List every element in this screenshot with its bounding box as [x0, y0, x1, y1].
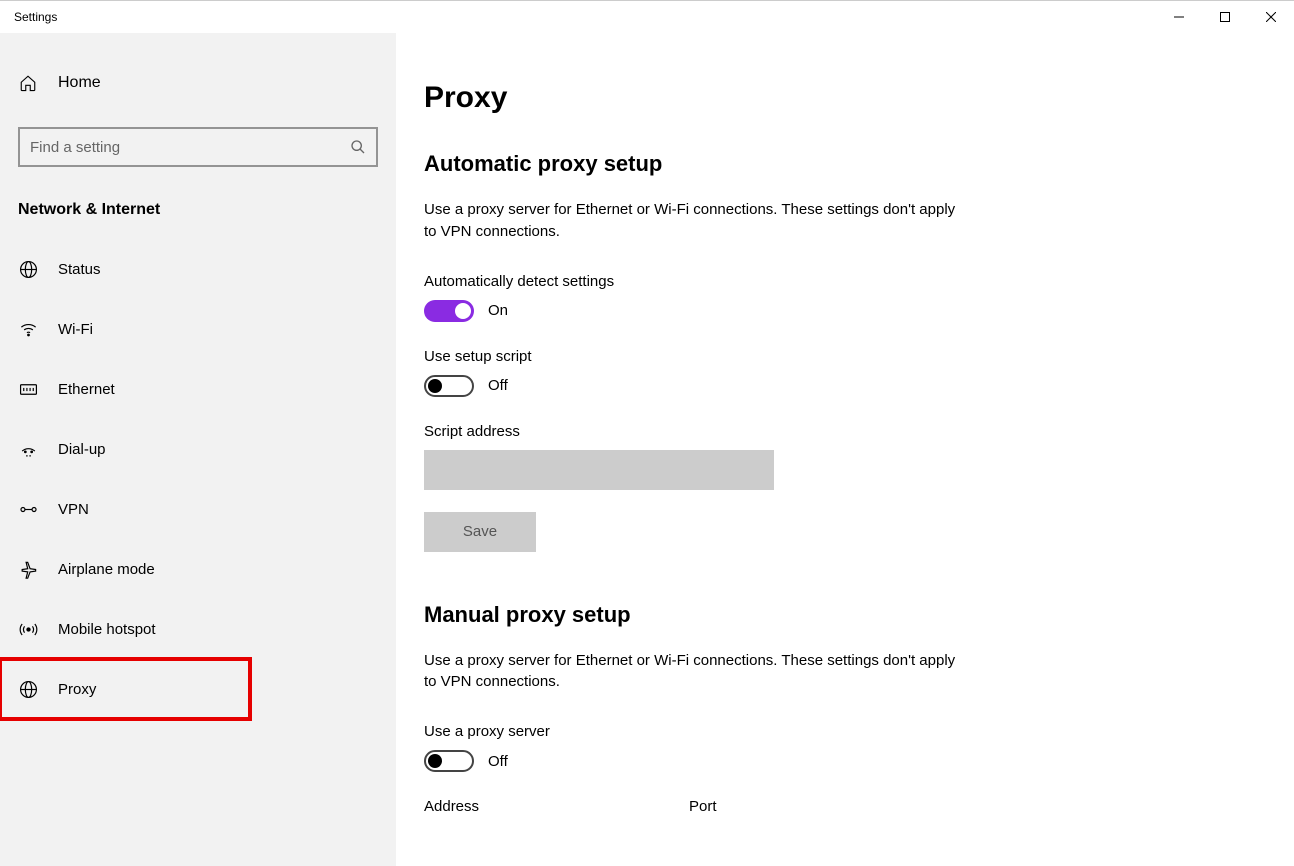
sidebar-item-label: VPN	[58, 501, 89, 518]
hotspot-icon	[18, 620, 38, 639]
sidebar-item-proxy[interactable]: Proxy	[0, 659, 250, 719]
port-label: Port	[689, 798, 717, 815]
sidebar-item-status[interactable]: Status	[0, 239, 396, 299]
sidebar-item-label: Status	[58, 261, 101, 278]
titlebar: Settings	[0, 1, 1294, 33]
use-proxy-toggle[interactable]	[424, 750, 474, 772]
home-icon	[18, 74, 38, 92]
home-label: Home	[58, 74, 101, 92]
window-controls	[1156, 1, 1294, 33]
minimize-icon	[1174, 12, 1184, 22]
manual-proxy-heading: Manual proxy setup	[424, 602, 1234, 628]
sidebar-item-label: Dial-up	[58, 441, 106, 458]
sidebar-item-label: Airplane mode	[58, 561, 155, 578]
search-input[interactable]	[30, 139, 350, 156]
use-script-toggle[interactable]	[424, 375, 474, 397]
save-button[interactable]: Save	[424, 512, 536, 552]
sidebar-item-wifi[interactable]: Wi-Fi	[0, 299, 396, 359]
manual-proxy-desc: Use a proxy server for Ethernet or Wi-Fi…	[424, 650, 964, 694]
sidebar-item-ethernet[interactable]: Ethernet	[0, 359, 396, 419]
close-button[interactable]	[1248, 1, 1294, 33]
sidebar-item-vpn[interactable]: VPN	[0, 479, 396, 539]
auto-proxy-desc: Use a proxy server for Ethernet or Wi-Fi…	[424, 199, 964, 243]
search-icon	[350, 139, 366, 155]
address-label: Address	[424, 798, 479, 815]
use-script-label: Use setup script	[424, 348, 1234, 365]
sidebar-item-label: Ethernet	[58, 381, 115, 398]
auto-proxy-heading: Automatic proxy setup	[424, 151, 1234, 177]
maximize-icon	[1220, 12, 1230, 22]
use-proxy-label: Use a proxy server	[424, 723, 1234, 740]
category-header: Network & Internet	[0, 185, 396, 239]
globe-icon	[18, 680, 38, 699]
minimize-button[interactable]	[1156, 1, 1202, 33]
vpn-icon	[18, 500, 38, 519]
auto-detect-state: On	[488, 302, 508, 319]
sidebar-item-airplane[interactable]: Airplane mode	[0, 539, 396, 599]
auto-detect-label: Automatically detect settings	[424, 273, 1234, 290]
sidebar: Home Network & Internet Status Wi-Fi	[0, 33, 396, 866]
airplane-icon	[18, 560, 38, 579]
home-button[interactable]: Home	[0, 53, 396, 113]
settings-window: Settings Home	[0, 0, 1294, 866]
search-box[interactable]	[18, 127, 378, 167]
maximize-button[interactable]	[1202, 1, 1248, 33]
globe-icon	[18, 260, 38, 279]
sidebar-item-label: Wi-Fi	[58, 321, 93, 338]
close-icon	[1266, 12, 1276, 22]
use-proxy-state: Off	[488, 753, 508, 770]
script-address-input[interactable]	[424, 450, 774, 490]
content-pane: Proxy Automatic proxy setup Use a proxy …	[396, 33, 1294, 866]
sidebar-item-label: Mobile hotspot	[58, 621, 156, 638]
window-title: Settings	[14, 10, 57, 24]
page-title: Proxy	[424, 81, 1234, 115]
sidebar-item-hotspot[interactable]: Mobile hotspot	[0, 599, 396, 659]
use-script-state: Off	[488, 377, 508, 394]
sidebar-item-label: Proxy	[58, 681, 96, 698]
window-body: Home Network & Internet Status Wi-Fi	[0, 33, 1294, 866]
script-address-label: Script address	[424, 423, 1234, 440]
auto-detect-toggle[interactable]	[424, 300, 474, 322]
wifi-icon	[18, 320, 38, 339]
dialup-icon	[18, 440, 38, 459]
sidebar-item-dialup[interactable]: Dial-up	[0, 419, 396, 479]
ethernet-icon	[18, 380, 38, 399]
